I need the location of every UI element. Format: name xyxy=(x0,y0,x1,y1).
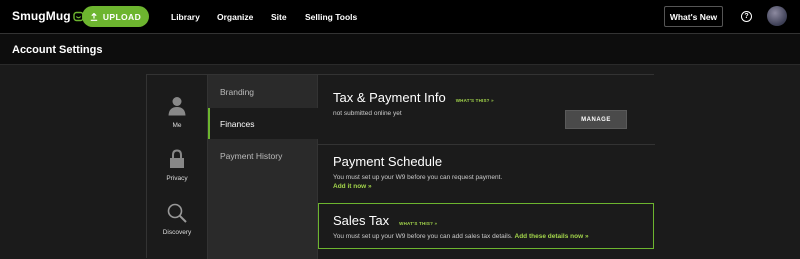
add-it-now-link[interactable]: Add it now » xyxy=(333,183,655,190)
category-sidebar: Me Privacy Discovery xyxy=(147,75,208,259)
smugmug-logo[interactable]: SmugMug xyxy=(12,9,84,23)
whats-new-button[interactable]: What's New xyxy=(664,6,723,27)
schedule-text: You must set up your W9 before you can r… xyxy=(333,174,503,181)
category-privacy[interactable]: Privacy xyxy=(147,149,207,182)
upload-icon xyxy=(90,12,98,21)
category-label: Discovery xyxy=(162,229,192,236)
category-me[interactable]: Me xyxy=(147,96,207,129)
help-icon[interactable]: ? xyxy=(741,11,752,22)
divider xyxy=(318,144,655,145)
magnifier-icon xyxy=(167,203,187,223)
nav-organize[interactable]: Organize xyxy=(217,12,253,22)
lock-icon xyxy=(170,149,184,168)
upload-button[interactable]: UPLOAD xyxy=(82,6,149,27)
subnav-payment-history[interactable]: Payment History xyxy=(208,140,318,171)
avatar[interactable] xyxy=(767,6,787,26)
category-label: Me xyxy=(172,122,182,129)
settings-subnav: Branding Finances Payment History xyxy=(208,75,318,259)
subnav-finances[interactable]: Finances xyxy=(208,108,318,139)
sales-tax-text: You must set up your W9 before you can a… xyxy=(333,233,513,240)
payment-schedule-section: Payment Schedule You must set up your W9… xyxy=(318,154,655,190)
whats-this-link[interactable]: WHAT'S THIS? » xyxy=(399,221,437,226)
category-label: Privacy xyxy=(166,175,188,182)
section-title: Sales Tax xyxy=(333,213,390,228)
page-title: Account Settings xyxy=(12,44,103,56)
manage-button[interactable]: MANAGE xyxy=(565,110,627,129)
nav-site[interactable]: Site xyxy=(271,12,287,22)
settings-panel: Me Privacy Discovery Branding Finances P… xyxy=(146,74,655,259)
top-bar: SmugMug UPLOAD Library Organize Site Sel… xyxy=(0,0,800,33)
finances-content: Tax & Payment Info WHAT'S THIS? » not su… xyxy=(318,75,655,259)
sales-tax-section: Sales Tax WHAT'S THIS? » You must set up… xyxy=(318,203,654,249)
section-title: Payment Schedule xyxy=(333,154,443,169)
person-icon xyxy=(168,97,186,116)
subnav-branding[interactable]: Branding xyxy=(208,76,318,107)
page-header: Account Settings xyxy=(0,33,800,65)
add-details-link[interactable]: Add these details now » xyxy=(515,233,589,240)
category-discovery[interactable]: Discovery xyxy=(147,203,207,236)
whats-this-link[interactable]: WHAT'S THIS? » xyxy=(456,98,494,103)
logo-text: SmugMug xyxy=(12,9,71,23)
upload-label: UPLOAD xyxy=(102,11,142,22)
section-title: Tax & Payment Info xyxy=(333,90,446,105)
nav-selling-tools[interactable]: Selling Tools xyxy=(305,12,357,22)
nav-library[interactable]: Library xyxy=(171,12,200,22)
